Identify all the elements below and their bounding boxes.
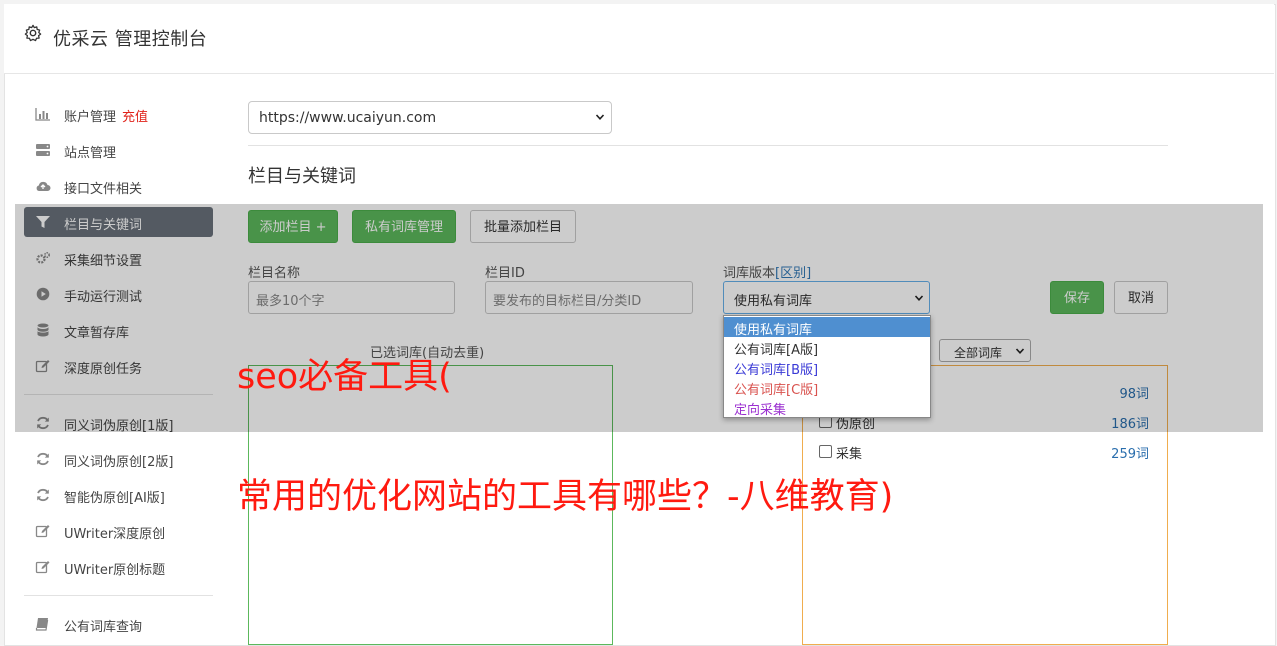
edit-icon xyxy=(35,561,50,574)
sidebar-divider xyxy=(24,595,213,596)
sidebar-item-ai-rewrite[interactable]: 智能伪原创[AI版] xyxy=(24,480,213,510)
server-icon xyxy=(36,144,50,156)
section-title: 栏目与关键词 xyxy=(248,166,356,187)
dropdown-option[interactable]: 定向采集 xyxy=(724,397,930,418)
recharge-link[interactable]: 充值 xyxy=(122,110,148,125)
dropdown-option-label: 公有词库[B版] xyxy=(734,363,819,378)
dropdown-option[interactable]: 公有词库[B版] xyxy=(724,357,930,378)
sidebar-item-label: 站点管理 xyxy=(64,146,117,161)
lexicon-version-dropdown: 使用私有词库 公有词库[A版] 公有词库[B版] 公有词库[C版] 定向采集 xyxy=(723,315,931,418)
book-icon xyxy=(35,618,49,631)
chevron-down-icon xyxy=(595,114,605,120)
section-divider xyxy=(248,145,1168,146)
bar-chart-icon xyxy=(35,108,50,121)
refresh-icon xyxy=(37,452,49,466)
sidebar-item-account[interactable]: 账户管理 充值 xyxy=(24,99,213,129)
dropdown-option-label: 公有词库[A版] xyxy=(734,343,819,358)
sidebar-item-label: 接口文件相关 xyxy=(64,182,143,197)
dropdown-option-label: 使用私有词库 xyxy=(734,323,813,338)
site-select-value: https://www.ucaiyun.com xyxy=(259,110,437,126)
lexicon-row-name: 采集 xyxy=(836,447,863,462)
sidebar-item-label: 智能伪原创[AI版] xyxy=(64,491,165,506)
sidebar-item-uwriter-deep[interactable]: UWriter深度原创 xyxy=(24,516,213,546)
sidebar-item-sites[interactable]: 站点管理 xyxy=(24,135,213,165)
sidebar-item-public-lexicon[interactable]: 公有词库查询 xyxy=(24,609,213,639)
sidebar-item-label: UWriter原创标题 xyxy=(64,563,166,578)
edit-icon xyxy=(35,525,50,538)
gear-icon xyxy=(24,24,42,42)
dropdown-option-label: 定向采集 xyxy=(734,403,787,418)
lexicon-row-count: 259词 xyxy=(1111,447,1149,462)
sidebar-item-uwriter-title[interactable]: UWriter原创标题 xyxy=(24,552,213,582)
sidebar-item-interface[interactable]: 接口文件相关 xyxy=(24,171,213,201)
watermark-line-1: seo必备工具( xyxy=(237,357,452,397)
app-header: 优采云 管理控制台 xyxy=(4,4,1274,74)
sidebar-item-synonym-v2[interactable]: 同义词伪原创[2版] xyxy=(24,444,213,474)
cloud-upload-icon xyxy=(36,181,51,191)
site-select[interactable]: https://www.ucaiyun.com xyxy=(248,101,612,134)
dropdown-option[interactable]: 公有词库[C版] xyxy=(724,377,930,398)
dropdown-option-label: 公有词库[C版] xyxy=(734,383,819,398)
sidebar-item-label: UWriter深度原创 xyxy=(64,527,166,542)
watermark-line-2: 常用的优化网站的工具有哪些？-八维教育) xyxy=(237,477,894,517)
lexicon-row-checkbox[interactable] xyxy=(819,445,832,458)
overlay-band xyxy=(15,204,1263,432)
sidebar-item-label: 公有词库查询 xyxy=(64,620,143,635)
lexicon-row: 采集 259词 xyxy=(819,443,1149,463)
dropdown-option[interactable]: 使用私有词库 xyxy=(724,317,930,338)
app-title: 优采云 管理控制台 xyxy=(53,29,208,50)
refresh-icon xyxy=(37,488,49,502)
dropdown-option[interactable]: 公有词库[A版] xyxy=(724,337,930,358)
sidebar-item-label: 账户管理 xyxy=(64,110,117,125)
sidebar-item-label: 同义词伪原创[2版] xyxy=(64,455,174,470)
